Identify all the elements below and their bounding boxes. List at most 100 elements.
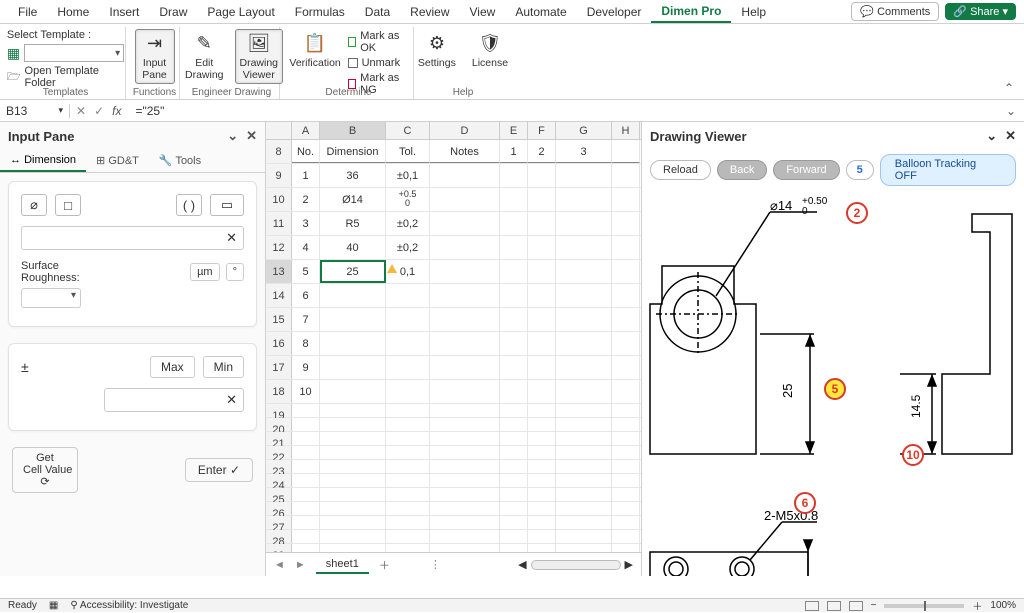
cell[interactable]: ±0,2	[386, 212, 430, 235]
cell[interactable]	[320, 284, 386, 307]
paren-symbol-button[interactable]: ( )	[176, 194, 202, 216]
view-pagelayout-icon[interactable]	[827, 601, 841, 611]
diameter-symbol-button[interactable]: ⌀	[21, 194, 47, 216]
cell[interactable]	[528, 404, 556, 417]
cell[interactable]	[430, 502, 500, 515]
cell[interactable]: Notes	[430, 140, 500, 163]
view-normal-icon[interactable]	[805, 601, 819, 611]
row-header[interactable]: 21	[266, 432, 292, 445]
cell[interactable]	[528, 488, 556, 501]
cell[interactable]: 25	[320, 260, 386, 283]
menu-home[interactable]: Home	[47, 2, 99, 22]
cell[interactable]	[386, 460, 430, 473]
cell[interactable]	[556, 418, 612, 431]
cell[interactable]	[612, 446, 640, 459]
cell[interactable]: 3	[556, 140, 612, 163]
sheet-menu-icon[interactable]: ⋮	[430, 558, 441, 571]
cell[interactable]	[612, 460, 640, 473]
cell[interactable]	[292, 404, 320, 417]
template-select[interactable]	[24, 44, 124, 62]
cell[interactable]	[320, 460, 386, 473]
cell[interactable]	[556, 544, 612, 552]
cell[interactable]	[528, 284, 556, 307]
row-header[interactable]: 25	[266, 488, 292, 501]
chevron-down-icon[interactable]: ⌄	[986, 128, 997, 143]
menu-automate[interactable]: Automate	[505, 2, 576, 22]
menu-data[interactable]: Data	[355, 2, 400, 22]
cell[interactable]	[292, 418, 320, 431]
cell[interactable]: ±0,2	[386, 236, 430, 259]
cell[interactable]: Ø14	[320, 188, 386, 211]
cell[interactable]	[500, 212, 528, 235]
cell[interactable]	[556, 404, 612, 417]
cell[interactable]	[500, 284, 528, 307]
sheet-nav-prev-icon[interactable]: ◄	[274, 559, 285, 571]
cell[interactable]	[500, 488, 528, 501]
row-header[interactable]: 18	[266, 380, 292, 403]
cell[interactable]	[386, 308, 430, 331]
row-header[interactable]: 22	[266, 446, 292, 459]
verification-button[interactable]: 📋 Verification	[289, 29, 342, 73]
cell[interactable]	[386, 502, 430, 515]
row-header[interactable]: 24	[266, 474, 292, 487]
cell[interactable]	[528, 332, 556, 355]
cell[interactable]	[528, 164, 556, 187]
cell[interactable]	[528, 380, 556, 403]
cell[interactable]	[500, 460, 528, 473]
cell[interactable]	[612, 516, 640, 529]
cell[interactable]	[556, 164, 612, 187]
unmark-button[interactable]: Unmark	[348, 56, 409, 70]
sheet-nav-next-icon[interactable]: ►	[295, 559, 306, 571]
col-g[interactable]: G	[556, 122, 612, 139]
cell[interactable]	[556, 460, 612, 473]
cell[interactable]	[612, 260, 640, 283]
cell[interactable]	[430, 530, 500, 543]
cell[interactable]	[320, 446, 386, 459]
menu-help[interactable]: Help	[731, 2, 776, 22]
cell[interactable]	[292, 530, 320, 543]
cell[interactable]	[430, 432, 500, 445]
cell[interactable]	[320, 488, 386, 501]
cell[interactable]: 3	[292, 212, 320, 235]
cell[interactable]: ±0,1	[386, 164, 430, 187]
cell[interactable]	[320, 404, 386, 417]
cell[interactable]	[500, 516, 528, 529]
enter-button[interactable]: Enter ✓	[185, 458, 253, 482]
min-button[interactable]: Min	[203, 356, 244, 378]
row-header[interactable]: 17	[266, 356, 292, 379]
row-header[interactable]: 20	[266, 418, 292, 431]
cell[interactable]	[320, 432, 386, 445]
scroll-left-icon[interactable]: ◀	[518, 558, 526, 571]
share-button[interactable]: 🔗 Share ▾	[945, 3, 1016, 20]
cell[interactable]: 1	[292, 164, 320, 187]
cell[interactable]	[556, 488, 612, 501]
zoom-slider[interactable]	[884, 604, 964, 608]
degree-button[interactable]: °	[226, 263, 244, 281]
cell[interactable]	[500, 236, 528, 259]
micrometer-button[interactable]: µm	[190, 263, 220, 281]
cell[interactable]: 7	[292, 308, 320, 331]
cell[interactable]	[556, 308, 612, 331]
tolerance-input[interactable]: ✕	[104, 388, 244, 412]
reload-button[interactable]: Reload	[650, 160, 711, 180]
input-pane-button[interactable]: ⇥ Input Pane	[135, 29, 175, 84]
cell[interactable]: 1	[500, 140, 528, 163]
cell[interactable]	[528, 474, 556, 487]
get-cell-value-button[interactable]: Get Cell Value ⟳	[12, 447, 78, 493]
cell[interactable]	[556, 356, 612, 379]
cell[interactable]	[430, 474, 500, 487]
menu-insert[interactable]: Insert	[99, 2, 149, 22]
mark-ok-button[interactable]: Mark as OK	[348, 29, 409, 55]
cell[interactable]	[320, 502, 386, 515]
cell[interactable]	[320, 308, 386, 331]
row-header[interactable]: 16	[266, 332, 292, 355]
cell[interactable]	[430, 380, 500, 403]
col-d[interactable]: D	[430, 122, 500, 139]
menu-formulas[interactable]: Formulas	[285, 2, 355, 22]
cell[interactable]	[556, 212, 612, 235]
cell[interactable]	[430, 212, 500, 235]
scroll-right-icon[interactable]: ▶	[625, 558, 633, 571]
cell[interactable]	[528, 212, 556, 235]
cell[interactable]	[556, 380, 612, 403]
cell[interactable]	[292, 474, 320, 487]
